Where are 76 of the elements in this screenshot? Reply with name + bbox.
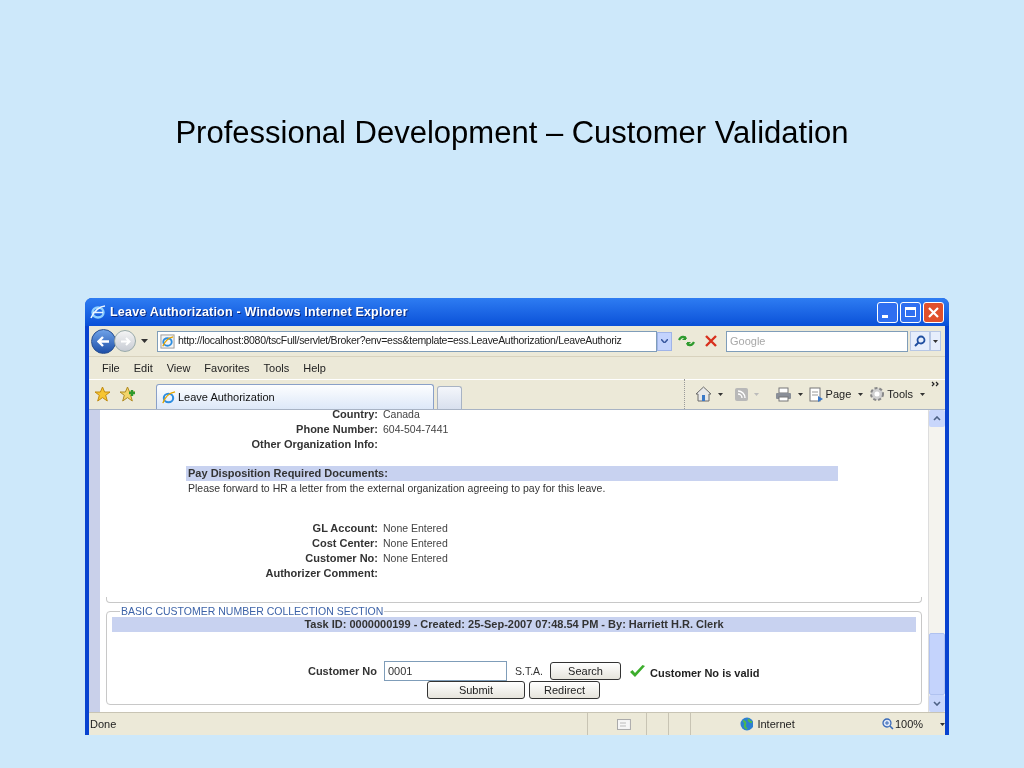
- tools-menu-button[interactable]: Tools: [869, 385, 925, 403]
- search-button[interactable]: Search: [550, 662, 621, 680]
- section-legend: BASIC CUSTOMER NUMBER COLLECTION SECTION: [120, 605, 385, 617]
- field-label: Other Organization Info:: [250, 437, 378, 452]
- forward-arrow-icon: [119, 336, 131, 346]
- field-label: Customer No: [306, 663, 377, 679]
- page-icon: [160, 333, 175, 349]
- scrollbar[interactable]: [928, 410, 945, 712]
- refresh-icon[interactable]: [678, 334, 695, 348]
- page-icon: [161, 389, 176, 405]
- field-value: 604-504-7441: [383, 422, 450, 437]
- validation-message: Customer No is valid: [650, 665, 760, 681]
- home-icon[interactable]: [694, 386, 712, 402]
- print-icon[interactable]: [774, 386, 792, 402]
- maximize-button[interactable]: [900, 301, 921, 323]
- dropdown-arrow-icon[interactable]: [717, 392, 723, 396]
- dropdown-arrow-icon[interactable]: [797, 392, 803, 396]
- scroll-up-button[interactable]: [929, 410, 945, 427]
- menu-item[interactable]: File: [102, 359, 120, 377]
- chevron-down-icon: [661, 339, 668, 343]
- zoom-icon[interactable]: [881, 718, 894, 730]
- dropdown-arrow-icon: [933, 339, 938, 343]
- close-icon: [928, 306, 939, 318]
- close-button[interactable]: [923, 301, 944, 323]
- page-icon: [808, 386, 824, 402]
- task-info: Task ID: 0000000199 - Created: 25-Sep-2007 07:48.54 PM - By: Harriett H.R. Clerk: [112, 617, 916, 632]
- sta-label: S.T.A.: [515, 663, 543, 679]
- customer-number-field[interactable]: 0001: [384, 661, 507, 681]
- address-dropdown-button[interactable]: [657, 331, 672, 351]
- favorites-star-icon[interactable]: [94, 386, 111, 402]
- page-menu-button[interactable]: Page: [808, 385, 864, 403]
- page-status-icon: [616, 718, 631, 730]
- menu-item[interactable]: Tools: [263, 359, 290, 377]
- menu-item[interactable]: Help: [303, 359, 326, 377]
- search-icon: [914, 335, 926, 347]
- menu-item[interactable]: Favorites: [204, 359, 250, 377]
- field-value: None Entered: [383, 536, 449, 551]
- zoom-level[interactable]: 100%: [894, 715, 924, 733]
- redirect-button[interactable]: Redirect: [529, 681, 600, 699]
- minimize-button[interactable]: [877, 301, 898, 323]
- browser-logo-icon: [90, 304, 106, 320]
- menu-item[interactable]: Edit: [133, 359, 153, 377]
- dropdown-arrow-icon[interactable]: [141, 339, 148, 343]
- section-heading: Pay Disposition Required Documents:: [186, 466, 838, 481]
- add-favorite-icon[interactable]: [119, 386, 136, 402]
- slide-title: Professional Development – Customer Validation: [175, 114, 849, 152]
- dropdown-arrow-icon: [858, 392, 864, 396]
- search-button[interactable]: [910, 331, 930, 351]
- scroll-thumb[interactable]: [929, 633, 945, 695]
- address-field[interactable]: http://localhost:8080/tscFull/servlet/Broker?env=ess&template=ess.LeaveAuthorization/LeaveAuthoriz: [157, 330, 657, 352]
- browser-tab[interactable]: Leave Authorization: [156, 384, 434, 409]
- dropdown-arrow-icon[interactable]: [940, 722, 945, 726]
- field-label: Customer No:: [304, 551, 378, 566]
- dropdown-arrow-icon: [920, 392, 925, 396]
- field-label: Country:: [331, 410, 378, 422]
- field-value: None Entered: [383, 551, 449, 566]
- gear-icon: [869, 386, 886, 402]
- search-options-button[interactable]: [930, 331, 941, 351]
- field-value: Canada: [383, 410, 421, 422]
- status-text: Done: [89, 716, 118, 732]
- zone-label: Internet: [757, 716, 796, 732]
- field-label: Cost Center:: [311, 536, 378, 551]
- back-button[interactable]: [91, 328, 116, 354]
- submit-button[interactable]: Submit: [427, 681, 525, 699]
- field-label: GL Account:: [311, 521, 378, 536]
- globe-icon: [739, 717, 754, 731]
- window-title: Leave Authorization - Windows Internet Explorer: [110, 303, 408, 321]
- back-arrow-icon: [97, 335, 110, 347]
- instruction-text: Please forward to HR a letter from the external organization agreeing to pay for this leave.: [187, 481, 607, 496]
- menu-item[interactable]: View: [166, 359, 191, 377]
- field-label: Phone Number:: [295, 422, 378, 437]
- chevron-icon[interactable]: [931, 381, 939, 389]
- field-label: Authorizer Comment:: [264, 566, 378, 581]
- scroll-down-button[interactable]: [929, 695, 945, 712]
- field-value: None Entered: [383, 521, 449, 536]
- stop-icon[interactable]: [705, 335, 717, 347]
